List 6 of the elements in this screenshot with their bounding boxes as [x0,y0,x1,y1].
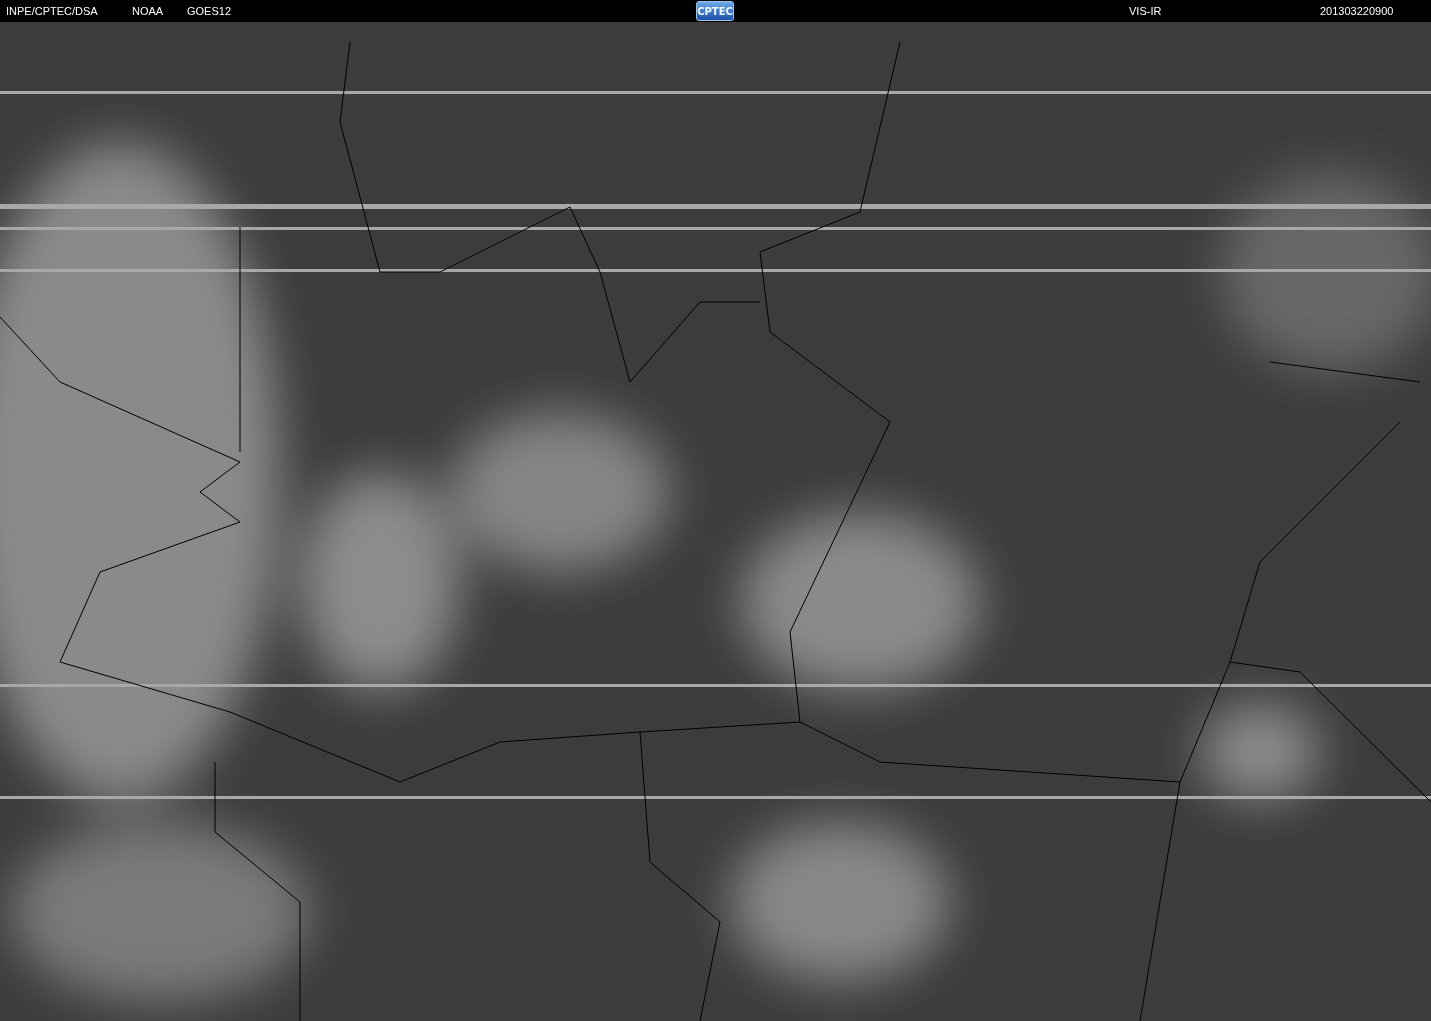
agency-label: INPE/CPTEC/DSA [6,5,99,17]
source-label: NOAA [132,5,165,17]
channel-label: VIS-IR [1129,5,1163,17]
timestamp-label: 201303220900 [1320,5,1394,17]
satellite-label: GOES12 [187,5,233,17]
logo: CPTEC [696,1,734,21]
